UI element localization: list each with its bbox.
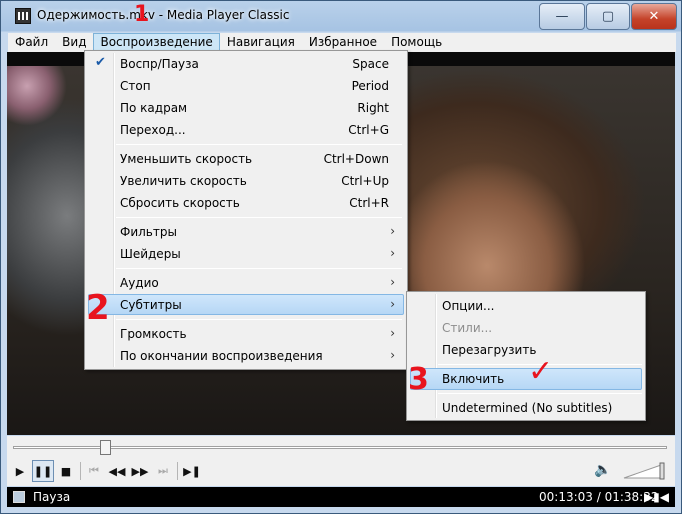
stop-icon[interactable]: ■ [55, 460, 77, 482]
menu-file[interactable]: Файл [8, 33, 55, 52]
menu-item-label: Переход... [120, 123, 186, 137]
menu-item-subtitles[interactable]: Субтитры › [88, 294, 404, 315]
status-icon [13, 491, 25, 503]
menu-item-shortcut: Ctrl+Up [341, 174, 389, 188]
video-frame-detail [7, 66, 67, 126]
submenu-item-styles: Стили... [410, 317, 642, 339]
chevron-right-icon: › [390, 348, 395, 362]
menu-separator [116, 144, 402, 145]
submenu-item-reload[interactable]: Перезагрузить [410, 339, 642, 361]
play-icon[interactable]: ▶ [9, 460, 31, 482]
menu-item-shortcut: Space [352, 57, 389, 71]
menu-item-label: Опции... [442, 299, 495, 313]
menu-item-label: Включить [442, 372, 505, 386]
previous-icon[interactable]: ⏮ [83, 460, 105, 482]
menu-item-shortcut: Ctrl+G [348, 123, 389, 137]
menu-item-shortcut: Ctrl+Down [323, 152, 389, 166]
menu-item-shortcut: Period [351, 79, 389, 93]
menu-item-stop[interactable]: Стоп Period [88, 75, 404, 96]
menu-item-label: Перезагрузить [442, 343, 537, 357]
chevron-right-icon: › [390, 297, 395, 311]
annotation-step-3: 3 [408, 362, 429, 397]
maximize-button[interactable]: ▢ [586, 3, 630, 30]
chevron-right-icon: › [390, 326, 395, 340]
next-icon[interactable]: ⏭ [152, 460, 174, 482]
seek-bar[interactable] [7, 436, 675, 458]
control-bar: ▶ ❚❚ ■ ⏮ ◀◀ ▶▶ ⏭ ▶❚ 🔈 [7, 458, 675, 486]
annotation-checkmark: ✓ [528, 354, 554, 389]
menu-item-play-pause[interactable]: ✔ Воспр/Пауза Space [88, 53, 404, 74]
fast-forward-icon[interactable]: ▶▶ [129, 460, 151, 482]
menu-item-label: Громкость [120, 327, 187, 341]
subtitles-submenu: Опции... Стили... Перезагрузить Включить… [406, 291, 646, 421]
window-title: Одержимость.mkv - Media Player Classic [37, 8, 290, 22]
control-separator [177, 462, 178, 480]
menu-separator [116, 217, 402, 218]
menu-item-label: Сбросить скорость [120, 196, 240, 210]
menu-item-label: Субтитры [120, 298, 182, 312]
status-state: Пауза [33, 490, 71, 504]
menu-separator [438, 393, 642, 394]
volume-slider[interactable] [622, 462, 666, 480]
menu-item-shortcut: Right [357, 101, 389, 115]
menu-item-audio[interactable]: Аудио › [88, 272, 404, 293]
menu-separator [116, 319, 402, 320]
menu-item-reset-rate[interactable]: Сбросить скорость Ctrl+R [88, 192, 404, 213]
rewind-icon[interactable]: ◀◀ [106, 460, 128, 482]
title-bar[interactable]: Одержимость.mkv - Media Player Classic —… [1, 1, 681, 33]
menu-item-goto[interactable]: Переход... Ctrl+G [88, 119, 404, 140]
frame-step-icon[interactable]: ▶❚ [181, 460, 203, 482]
menu-item-decrease-rate[interactable]: Уменьшить скорость Ctrl+Down [88, 148, 404, 169]
menu-item-label: Уменьшить скорость [120, 152, 253, 166]
close-button[interactable]: ✕ [631, 3, 677, 30]
menu-item-filters[interactable]: Фильтры › [88, 221, 404, 242]
menu-item-label: Undetermined (No subtitles) [442, 401, 613, 415]
chevron-right-icon: › [390, 246, 395, 260]
menu-item-shaders[interactable]: Шейдеры › [88, 243, 404, 264]
submenu-item-undetermined[interactable]: Undetermined (No subtitles) [410, 397, 642, 419]
menu-item-shortcut: Ctrl+R [349, 196, 389, 210]
seek-thumb[interactable] [100, 440, 111, 455]
pause-icon[interactable]: ❚❚ [32, 460, 54, 482]
menu-item-label: По окончании воспроизведения [120, 349, 323, 363]
status-bar: Пауза 00:13:03 / 01:38:32 ▶▮◀ [7, 487, 675, 507]
menu-item-volume[interactable]: Громкость › [88, 323, 404, 344]
menu-item-frame-step[interactable]: По кадрам Right [88, 97, 404, 118]
panel-toggle-icon[interactable]: ▶▮◀ [644, 490, 669, 504]
menu-item-label: По кадрам [120, 101, 188, 115]
menu-item-increase-rate[interactable]: Увеличить скорость Ctrl+Up [88, 170, 404, 191]
checkmark-icon: ✔ [95, 55, 106, 70]
submenu-item-options[interactable]: Опции... [410, 295, 642, 317]
menu-item-label: Фильтры [120, 225, 177, 239]
annotation-step-2: 2 [86, 288, 110, 328]
menu-item-label: Стили... [442, 321, 493, 335]
menu-item-label: Воспр/Пауза [120, 57, 199, 71]
chevron-right-icon: › [390, 275, 395, 289]
menu-separator [116, 268, 402, 269]
menu-item-after-playback[interactable]: По окончании воспроизведения › [88, 345, 404, 366]
minimize-button[interactable]: — [539, 3, 585, 30]
film-clapper-icon[interactable] [15, 8, 31, 24]
menu-item-label: Шейдеры [120, 247, 181, 261]
seek-track[interactable] [13, 446, 667, 449]
submenu-item-enable[interactable]: Включить [410, 368, 642, 390]
chevron-right-icon: › [390, 224, 395, 238]
status-time: 00:13:03 / 01:38:32 [539, 490, 659, 504]
annotation-step-1: 1 [134, 2, 150, 27]
playback-menu: ✔ Воспр/Пауза Space Стоп Period По кадра… [84, 50, 408, 370]
menu-item-label: Стоп [120, 79, 151, 93]
speaker-icon[interactable]: 🔈 [594, 462, 612, 480]
menu-item-label: Увеличить скорость [120, 174, 247, 188]
menu-item-label: Аудио [120, 276, 159, 290]
control-separator [80, 462, 81, 480]
